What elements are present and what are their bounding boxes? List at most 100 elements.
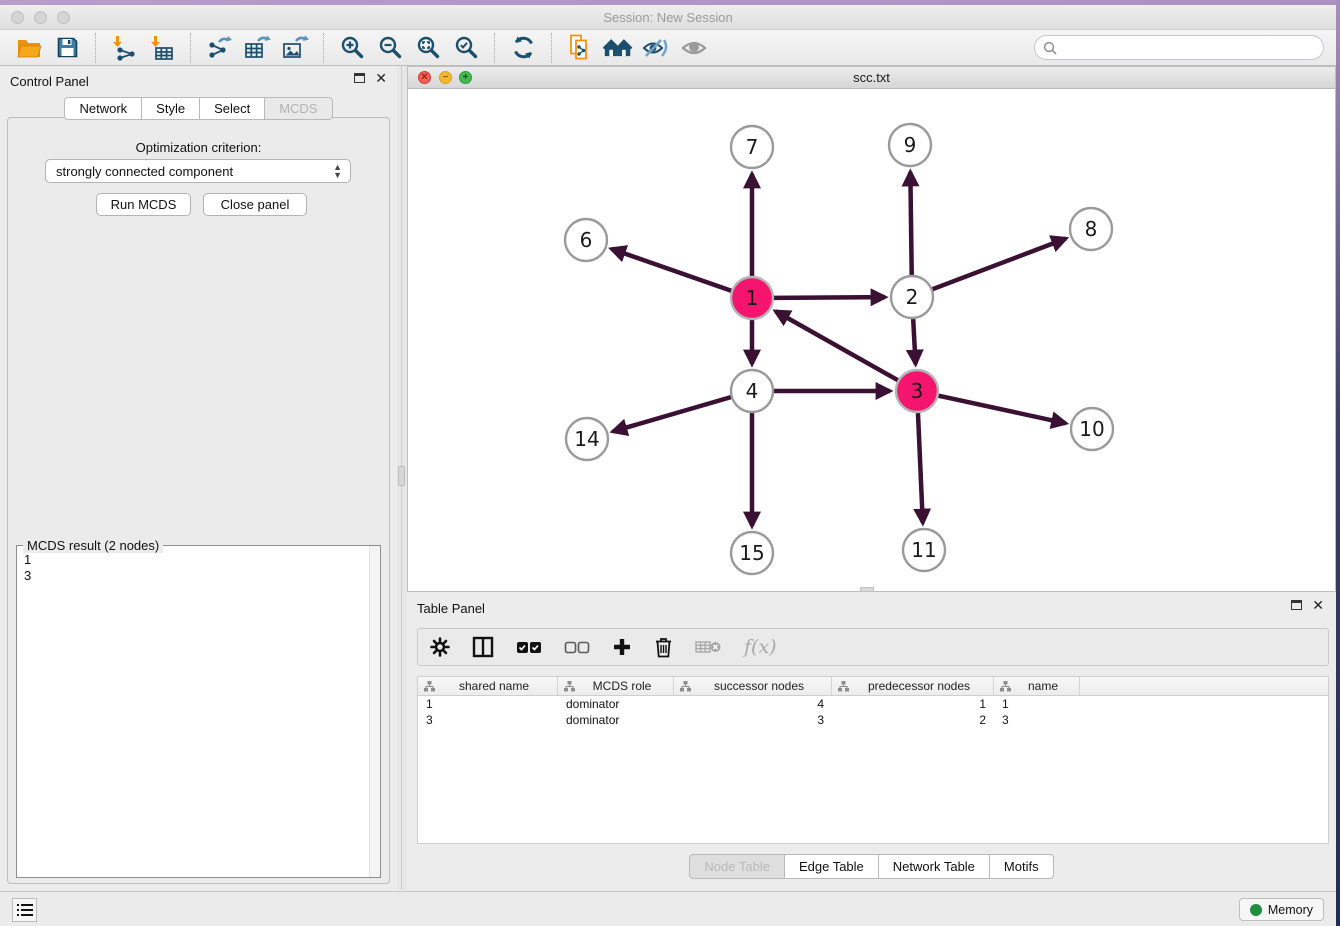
node-label-7: 7 <box>746 135 759 159</box>
toolbar-separator <box>190 33 191 63</box>
network-resize-grip[interactable] <box>860 587 874 591</box>
result-scrollbar[interactable] <box>369 546 380 877</box>
control-panel-title: Control Panel <box>10 74 89 89</box>
clone-network-icon[interactable] <box>565 33 595 63</box>
add-column-icon[interactable] <box>612 637 632 657</box>
table-cell: 3 <box>994 712 1080 728</box>
node-label-6: 6 <box>580 228 593 252</box>
table-cell: 2 <box>832 712 994 728</box>
close-panel-button[interactable]: Close panel <box>203 193 307 216</box>
node-label-11: 11 <box>911 538 936 562</box>
table-cell: 1 <box>418 696 558 712</box>
splitter-grip[interactable] <box>398 466 405 486</box>
network-graph[interactable]: 7968124314101511 <box>408 89 1335 592</box>
export-table-icon[interactable] <box>242 33 272 63</box>
open-file-icon[interactable] <box>14 33 44 63</box>
import-table-icon[interactable] <box>147 33 177 63</box>
run-mcds-button[interactable]: Run MCDS <box>96 193 191 216</box>
zoom-in-icon[interactable] <box>337 33 367 63</box>
column-visibility-icon[interactable] <box>472 636 494 658</box>
close-table-panel-icon[interactable]: ✕ <box>1312 600 1324 610</box>
delete-columns-icon[interactable] <box>654 637 673 658</box>
network-window-titlebar: ✕ − + scc.txt <box>408 67 1335 89</box>
criterion-select[interactable]: strongly connected component ▲▼ <box>45 159 351 183</box>
table-row[interactable]: 1dominator411 <box>418 696 1328 712</box>
tab-edge-table[interactable]: Edge Table <box>784 854 879 879</box>
zoom-selected-icon[interactable] <box>451 33 481 63</box>
column-header-MCDS-role[interactable]: MCDS role <box>558 677 674 695</box>
export-network-icon[interactable] <box>204 33 234 63</box>
node-label-10: 10 <box>1079 417 1104 441</box>
table-row[interactable]: 3dominator323 <box>418 712 1328 728</box>
result-line: 1 <box>24 552 31 568</box>
column-header-name[interactable]: name <box>994 677 1080 695</box>
edge-2-3[interactable] <box>913 319 915 364</box>
export-image-icon[interactable] <box>280 33 310 63</box>
import-network-icon[interactable] <box>109 33 139 63</box>
control-panel-tabs: Network Style Select MCDS <box>0 97 397 120</box>
table-cell: 1 <box>994 696 1080 712</box>
float-panel-icon[interactable] <box>354 73 365 83</box>
tab-node-table[interactable]: Node Table <box>689 854 785 879</box>
close-panel-icon[interactable]: ✕ <box>375 73 387 83</box>
table-cell: dominator <box>558 712 674 728</box>
save-session-icon[interactable] <box>52 33 82 63</box>
panel-splitter[interactable] <box>397 66 407 890</box>
edge-2-8[interactable] <box>933 239 1066 290</box>
search-input[interactable] <box>1034 35 1324 60</box>
table-tabs: Node Table Edge Table Network Table Moti… <box>407 854 1336 879</box>
edge-4-14[interactable] <box>613 397 731 431</box>
node-table[interactable]: shared nameMCDS rolesuccessor nodesprede… <box>417 676 1329 844</box>
select-stepper-icon: ▲▼ <box>333 163 342 179</box>
optimization-criterion-label: Optimization criterion: <box>8 140 389 155</box>
list-icon <box>17 903 33 917</box>
main-toolbar <box>0 30 1336 66</box>
fit-content-icon[interactable] <box>413 33 443 63</box>
show-panel-icon[interactable] <box>679 33 709 63</box>
deselect-all-columns-icon[interactable] <box>564 641 590 654</box>
node-label-1: 1 <box>746 286 759 310</box>
tab-network-table[interactable]: Network Table <box>878 854 990 879</box>
table-panel-title: Table Panel <box>417 601 485 616</box>
toolbar-separator <box>323 33 324 63</box>
mcds-result-list: 13 <box>24 552 31 584</box>
hide-panels-icon[interactable] <box>641 33 671 63</box>
table-cell: 3 <box>674 712 832 728</box>
edge-3-1[interactable] <box>776 311 898 380</box>
table-toolbar: f(x) <box>417 628 1329 666</box>
edge-3-10[interactable] <box>938 396 1065 424</box>
delete-table-icon <box>695 639 722 655</box>
memory-status-icon <box>1250 904 1262 916</box>
edge-3-11[interactable] <box>918 413 923 523</box>
zoom-out-icon[interactable] <box>375 33 405 63</box>
mcds-tab-content: Optimization criterion: strongly connect… <box>7 117 390 884</box>
table-cell: 3 <box>418 712 558 728</box>
network-canvas[interactable]: 7968124314101511 <box>408 89 1335 591</box>
network-view-window: ✕ − + scc.txt 7968124314101511 <box>407 66 1336 592</box>
mcds-result-title: MCDS result (2 nodes) <box>23 538 163 553</box>
tab-mcds[interactable]: MCDS <box>264 97 332 120</box>
tab-select[interactable]: Select <box>199 97 265 120</box>
tab-network[interactable]: Network <box>64 97 142 120</box>
edge-1-6[interactable] <box>611 249 731 291</box>
node-label-15: 15 <box>739 541 764 565</box>
edge-2-9[interactable] <box>910 172 911 275</box>
table-settings-icon[interactable] <box>430 637 450 657</box>
refresh-icon[interactable] <box>508 33 538 63</box>
memory-button[interactable]: Memory <box>1239 898 1324 921</box>
function-builder-icon: f(x) <box>744 636 777 658</box>
select-all-columns-icon[interactable] <box>516 641 542 654</box>
edge-1-2[interactable] <box>774 297 885 298</box>
tab-motifs[interactable]: Motifs <box>989 854 1054 879</box>
float-table-panel-icon[interactable] <box>1291 600 1302 610</box>
table-panel: Table Panel ✕ f(x) shared nameMCDS roles… <box>407 596 1336 890</box>
tab-style[interactable]: Style <box>141 97 200 120</box>
column-header-successor-nodes[interactable]: successor nodes <box>674 677 832 695</box>
column-header-predecessor-nodes[interactable]: predecessor nodes <box>832 677 994 695</box>
column-header-shared-name[interactable]: shared name <box>418 677 558 695</box>
show-all-networks-icon[interactable] <box>603 33 633 63</box>
result-line: 3 <box>24 568 31 584</box>
task-history-button[interactable] <box>12 898 37 922</box>
toolbar-separator <box>494 33 495 63</box>
node-label-3: 3 <box>911 379 924 403</box>
